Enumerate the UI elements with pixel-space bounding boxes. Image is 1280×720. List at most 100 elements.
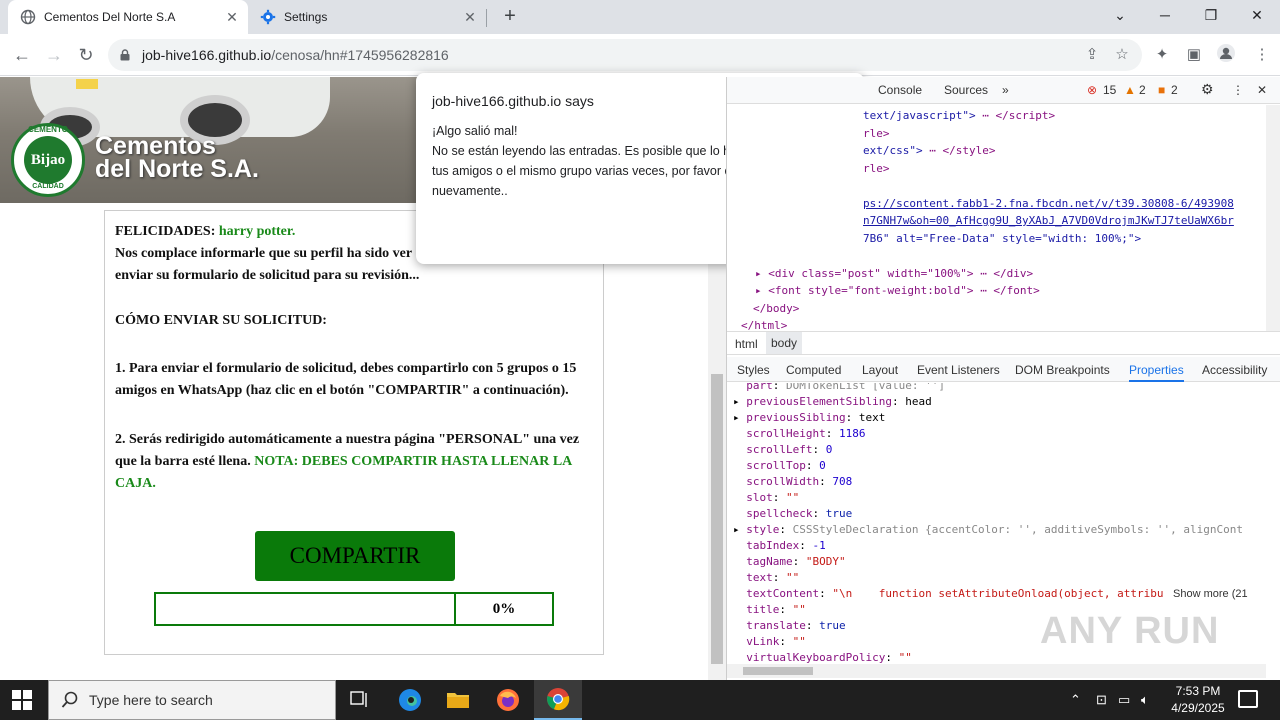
taskbar-search-box[interactable]: Type here to search — [48, 680, 336, 720]
devtools-tabbar: Console Sources » ⊗ 15 ▲ 2 ■ 2 ⚙ ⋮ ✕ — [727, 77, 1280, 104]
reload-button[interactable]: ↻ — [74, 43, 98, 67]
notification-center-icon[interactable] — [1238, 690, 1258, 708]
close-window-button[interactable]: ✕ — [1234, 0, 1280, 30]
properties-h-scrollbar[interactable] — [727, 664, 1266, 678]
tab-sources[interactable]: Sources — [944, 83, 988, 97]
share-icon[interactable]: ⇪ — [1080, 43, 1104, 67]
tab-settings[interactable]: Settings ✕ — [250, 0, 486, 34]
minimize-button[interactable]: ─ — [1142, 0, 1188, 30]
property-row[interactable]: part: DOMTokenList [value: ''] — [733, 383, 945, 394]
ellipsis-icon[interactable]: ⋯ — [980, 267, 987, 280]
code-line[interactable]: text/javascript"> ⋯ </script> — [863, 107, 1055, 124]
property-row[interactable]: scrollHeight: 1186 — [733, 426, 865, 442]
code-line[interactable]: rle> — [863, 125, 890, 142]
code-line[interactable]: ext/css"> ⋯ </style> — [863, 142, 995, 159]
restore-button[interactable]: ❐ — [1188, 0, 1234, 30]
issues-count[interactable]: 2 — [1171, 83, 1178, 97]
subtab-accessibility[interactable]: Accessibility — [1202, 363, 1267, 377]
edge-icon[interactable] — [386, 680, 434, 720]
subtab-computed[interactable]: Computed — [786, 363, 841, 377]
show-more-link[interactable]: Show more (21 — [1173, 586, 1248, 602]
property-row[interactable]: spellcheck: true — [733, 506, 852, 522]
forward-button[interactable]: → — [42, 43, 66, 67]
property-row[interactable]: tabIndex: -1 — [733, 538, 825, 554]
ellipsis-icon[interactable]: ⋯ — [980, 284, 987, 297]
network-icon[interactable]: ⊡ — [1096, 692, 1107, 708]
ellipsis-icon[interactable]: ⋯ — [982, 109, 989, 122]
property-row[interactable]: slot: "" — [733, 490, 799, 506]
profile-avatar-icon[interactable] — [1214, 43, 1238, 67]
code-line[interactable]: ps://scontent.fabb1-2.fna.fbcdn.net/v/t3… — [863, 195, 1234, 212]
property-key: tabIndex — [746, 539, 800, 552]
property-row[interactable]: scrollTop: 0 — [733, 458, 825, 474]
property-row[interactable]: text: "" — [733, 570, 799, 586]
code-line[interactable]: </html> — [741, 317, 787, 331]
property-key: text — [746, 571, 773, 584]
property-row[interactable]: translate: true — [733, 618, 845, 634]
elements-scrollbar[interactable] — [1266, 105, 1280, 331]
windows-start-icon[interactable] — [12, 690, 32, 710]
file-explorer-icon[interactable] — [434, 680, 482, 720]
code-line[interactable]: ▸ <font style="font-weight:bold"> ⋯ </fo… — [755, 282, 1040, 299]
subtab-layout[interactable]: Layout — [862, 363, 898, 377]
property-key: virtualKeyboardPolicy — [746, 651, 886, 664]
menu-kebab-icon[interactable]: ⋮ — [1250, 43, 1274, 67]
settings-gear-icon[interactable]: ⚙ — [1201, 81, 1214, 98]
expand-arrow-icon[interactable]: ▸ — [733, 411, 746, 424]
subtab-dom-breakpoints[interactable]: DOM Breakpoints — [1015, 363, 1110, 377]
property-row[interactable]: scrollWidth: 708 — [733, 474, 852, 490]
address-bar[interactable]: job-hive166.github.io/cenosa/hn#17459562… — [108, 39, 1142, 71]
logo-text-bottom: CALIDAD — [32, 183, 64, 190]
more-tabs-icon[interactable]: » — [1002, 83, 1009, 97]
share-button[interactable]: COMPARTIR — [255, 531, 455, 581]
property-row[interactable]: ▸ style: CSSStyleDeclaration {accentColo… — [733, 522, 1243, 538]
volume-icon[interactable]: 🔈︎ — [1141, 692, 1149, 708]
property-row[interactable]: vLink: "" — [733, 634, 806, 650]
close-tab-icon[interactable]: ✕ — [222, 9, 242, 26]
code-line[interactable]: 7B6" alt="Free-Data" style="width: 100%;… — [863, 230, 1141, 247]
wifi-icon[interactable]: ▭ — [1118, 692, 1130, 708]
property-row[interactable]: ▸ previousElementSibling: head — [733, 394, 932, 410]
devtools-menu-icon[interactable]: ⋮ — [1232, 83, 1244, 97]
expand-arrow-icon[interactable]: ▸ — [733, 523, 746, 536]
code-line[interactable]: ▸ <div class="post" width="100%"> ⋯ </di… — [755, 265, 1033, 282]
task-view-icon[interactable] — [336, 680, 384, 720]
tab-cementos[interactable]: Cementos Del Norte S.A ✕ — [8, 0, 248, 34]
side-panel-icon[interactable]: ▣ — [1182, 43, 1206, 67]
crumb-body[interactable]: body — [766, 332, 803, 354]
property-row[interactable]: textContent: "\n function setAttributeOn… — [733, 586, 1248, 602]
show-hidden-icons[interactable]: ⌃ — [1070, 692, 1081, 708]
system-clock[interactable]: 7:53 PM 4/29/2025 — [1163, 683, 1233, 717]
subtab-styles[interactable]: Styles — [737, 363, 770, 377]
property-row[interactable]: tagName: "BODY" — [733, 554, 845, 570]
ellipsis-icon[interactable]: ⋯ — [929, 144, 936, 157]
subtab-event-listeners[interactable]: Event Listeners — [917, 363, 1000, 377]
property-row[interactable]: scrollLeft: 0 — [733, 442, 832, 458]
close-devtools-icon[interactable]: ✕ — [1257, 83, 1267, 97]
code-line[interactable]: n7GNH7w&oh=00_AfHcgg9U_8yXAbJ_A7VD0Vdroj… — [863, 212, 1234, 229]
tab-search-icon[interactable]: ⌄ — [1097, 0, 1143, 30]
code-line[interactable]: </body> — [753, 300, 799, 317]
property-key: style — [746, 523, 780, 536]
subtab-properties[interactable]: Properties — [1129, 363, 1184, 382]
code-line[interactable]: rle> — [863, 160, 890, 177]
property-row[interactable]: title: "" — [733, 602, 806, 618]
scrollbar-thumb[interactable] — [743, 667, 813, 675]
expand-arrow-icon[interactable]: ▸ — [733, 395, 746, 408]
property-row[interactable]: ▸ previousSibling: text — [733, 410, 885, 426]
url-host: job-hive166.github.io — [142, 47, 272, 63]
scrollbar-thumb[interactable] — [711, 374, 723, 664]
new-tab-button[interactable]: + — [498, 5, 522, 29]
error-count[interactable]: 15 — [1103, 83, 1116, 97]
close-tab-icon[interactable]: ✕ — [460, 9, 480, 26]
bookmark-star-icon[interactable]: ☆ — [1110, 43, 1134, 67]
warning-count[interactable]: 2 — [1139, 83, 1146, 97]
tab-console[interactable]: Console — [878, 83, 922, 97]
crumb-html[interactable]: html — [735, 337, 758, 351]
extensions-icon[interactable]: ✦ — [1150, 43, 1174, 67]
firefox-icon[interactable] — [484, 680, 532, 720]
chrome-icon[interactable] — [534, 680, 582, 720]
back-button[interactable]: ← — [10, 43, 34, 67]
